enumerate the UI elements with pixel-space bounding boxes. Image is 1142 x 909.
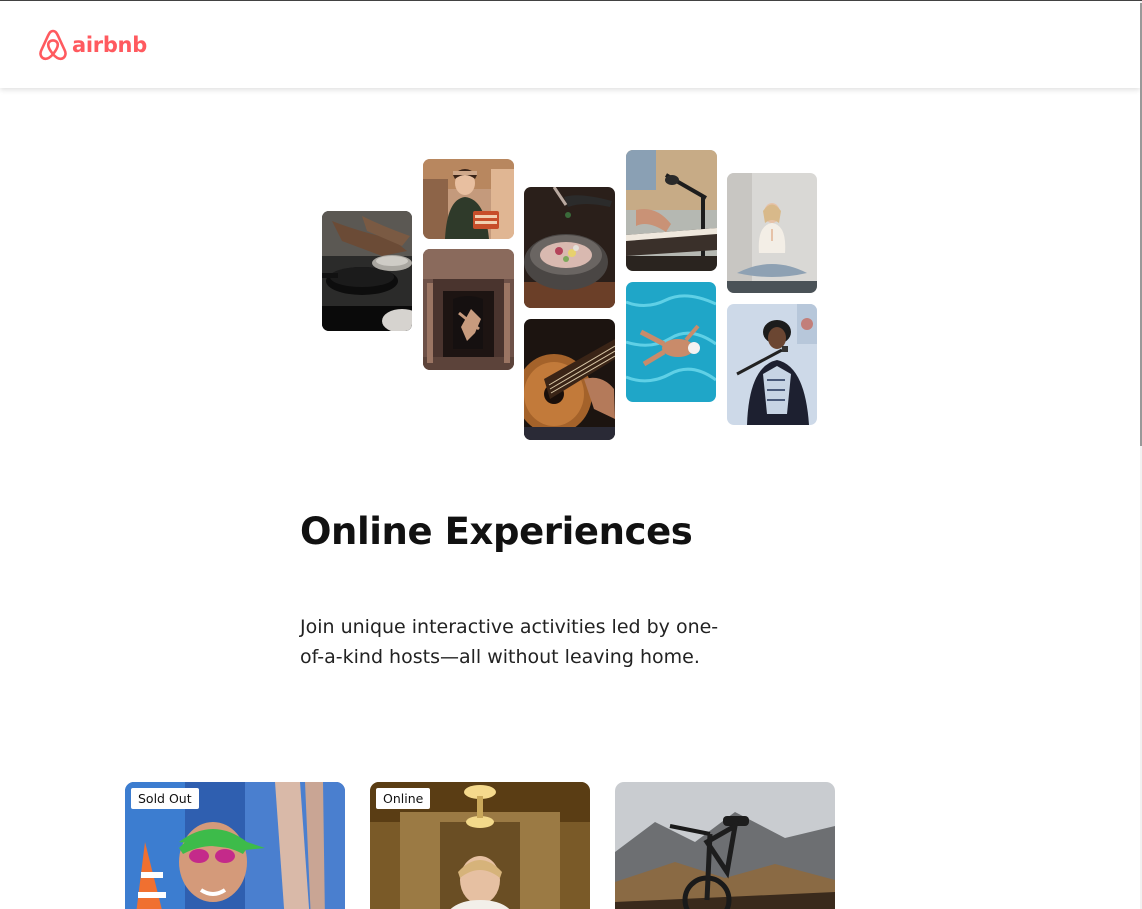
experience-card-wedding[interactable]: Online	[370, 782, 590, 909]
piano-microphone-photo	[626, 150, 717, 271]
page-title: Online Experiences	[300, 510, 693, 553]
guitar-photo	[524, 319, 615, 440]
airbnb-logo[interactable]: airbnb	[37, 28, 147, 62]
chef-woman-photo	[423, 159, 514, 239]
yoga-photo	[727, 173, 817, 293]
cooking-pans-photo	[322, 211, 412, 331]
dancer-photo	[423, 249, 514, 370]
swimmer-photo	[626, 282, 716, 402]
online-badge: Online	[376, 788, 431, 809]
airbnb-icon	[39, 29, 67, 61]
page-description: Join unique interactive activities led b…	[300, 616, 719, 668]
food-bowl-photo	[524, 187, 615, 308]
navbar: airbnb	[0, 1, 1140, 88]
experience-card-swimmer[interactable]: Sold Out	[125, 782, 345, 909]
singer-photo	[727, 304, 817, 425]
sold-out-badge: Sold Out	[131, 788, 199, 809]
experience-card-bike[interactable]	[615, 782, 835, 909]
logo-text: airbnb	[72, 33, 147, 57]
